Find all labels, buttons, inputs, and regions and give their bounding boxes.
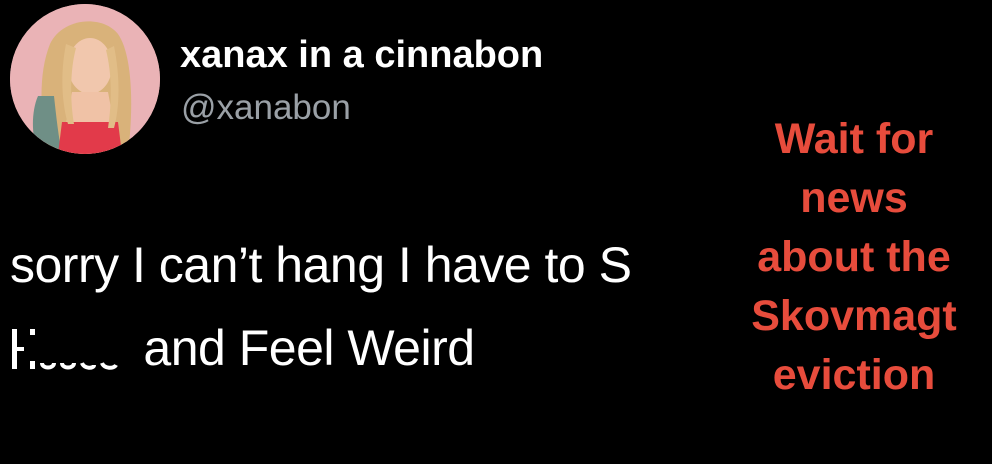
- overlay-line: news: [800, 174, 908, 222]
- overlay-line: Skovmagt: [751, 292, 957, 340]
- tweet-text-line-2: and Feel Weird: [10, 323, 475, 375]
- obscured-word-fragment-icon: [12, 329, 118, 370]
- overlay-line: Wait for: [774, 115, 934, 163]
- tweet-text-line-1-text: sorry I can’t hang I have to S: [10, 237, 632, 293]
- avatar-photo-icon: [10, 4, 160, 154]
- overlay-line: eviction: [772, 351, 936, 399]
- overlay-caption: Wait for news about the Skovmagt evictio…: [724, 110, 984, 405]
- display-name[interactable]: xanax in a cinnabon: [180, 36, 543, 74]
- obscured-word: [10, 323, 130, 375]
- user-handle[interactable]: @xanabon: [181, 90, 351, 125]
- tweet-text-line-1: sorry I can’t hang I have to S: [10, 237, 632, 293]
- overlay-line: about the: [757, 233, 951, 281]
- tweet-text-line-2-text: and Feel Weird: [143, 320, 475, 376]
- avatar[interactable]: [10, 4, 160, 154]
- meme-canvas: xanax in a cinnabon @xanabon sorry I can…: [0, 0, 992, 464]
